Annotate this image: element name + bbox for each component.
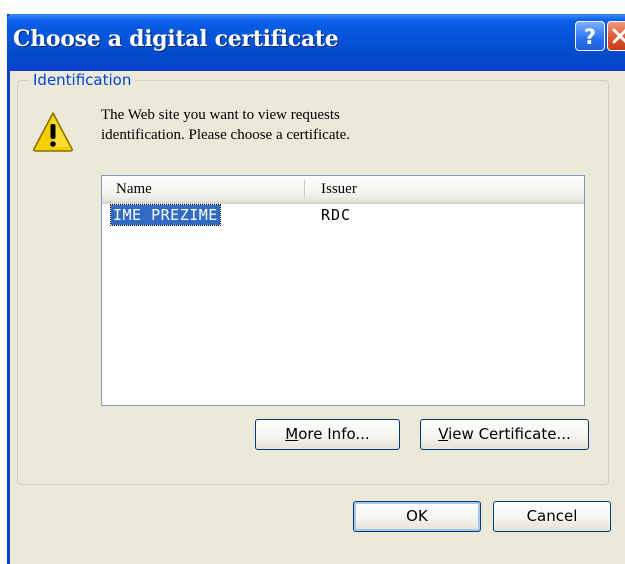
certificate-list[interactable]: Name Issuer IME PREZIME RDC	[101, 175, 585, 406]
more-info-label: ore Info...	[298, 425, 370, 443]
message-text: The Web site you want to view requests i…	[101, 105, 521, 145]
window-title: Choose a digital certificate	[13, 26, 339, 52]
question-mark-icon: ?	[584, 25, 596, 49]
certificate-issuer[interactable]: RDC	[321, 205, 351, 225]
ok-button[interactable]: OK	[353, 501, 481, 532]
certificate-row[interactable]: IME PREZIME RDC	[102, 204, 584, 226]
close-icon	[612, 28, 625, 44]
more-info-accel: M	[285, 425, 299, 443]
svg-text:?: ?	[584, 25, 596, 49]
message-line-2: identification. Please choose a certific…	[101, 127, 351, 143]
warning-icon	[33, 112, 73, 152]
more-info-button[interactable]: More Info...	[255, 419, 400, 450]
cancel-button[interactable]: Cancel	[493, 501, 611, 532]
column-header-issuer[interactable]: Issuer	[321, 176, 357, 202]
certificate-name[interactable]: IME PREZIME	[110, 204, 221, 226]
group-legend: Identification	[29, 71, 136, 89]
title-bar[interactable]: Choose a digital certificate ?	[7, 14, 625, 71]
view-certificate-label: iew Certificate...	[448, 425, 571, 443]
column-header-name[interactable]: Name	[116, 176, 152, 202]
view-certificate-accel: V	[438, 425, 449, 443]
help-button[interactable]: ?	[575, 21, 605, 51]
column-separator[interactable]	[304, 180, 305, 198]
view-certificate-button[interactable]: View Certificate...	[420, 419, 589, 450]
message-line-1: The Web site you want to view requests	[101, 107, 340, 123]
list-header: Name Issuer	[102, 176, 584, 204]
close-button[interactable]	[607, 21, 625, 51]
